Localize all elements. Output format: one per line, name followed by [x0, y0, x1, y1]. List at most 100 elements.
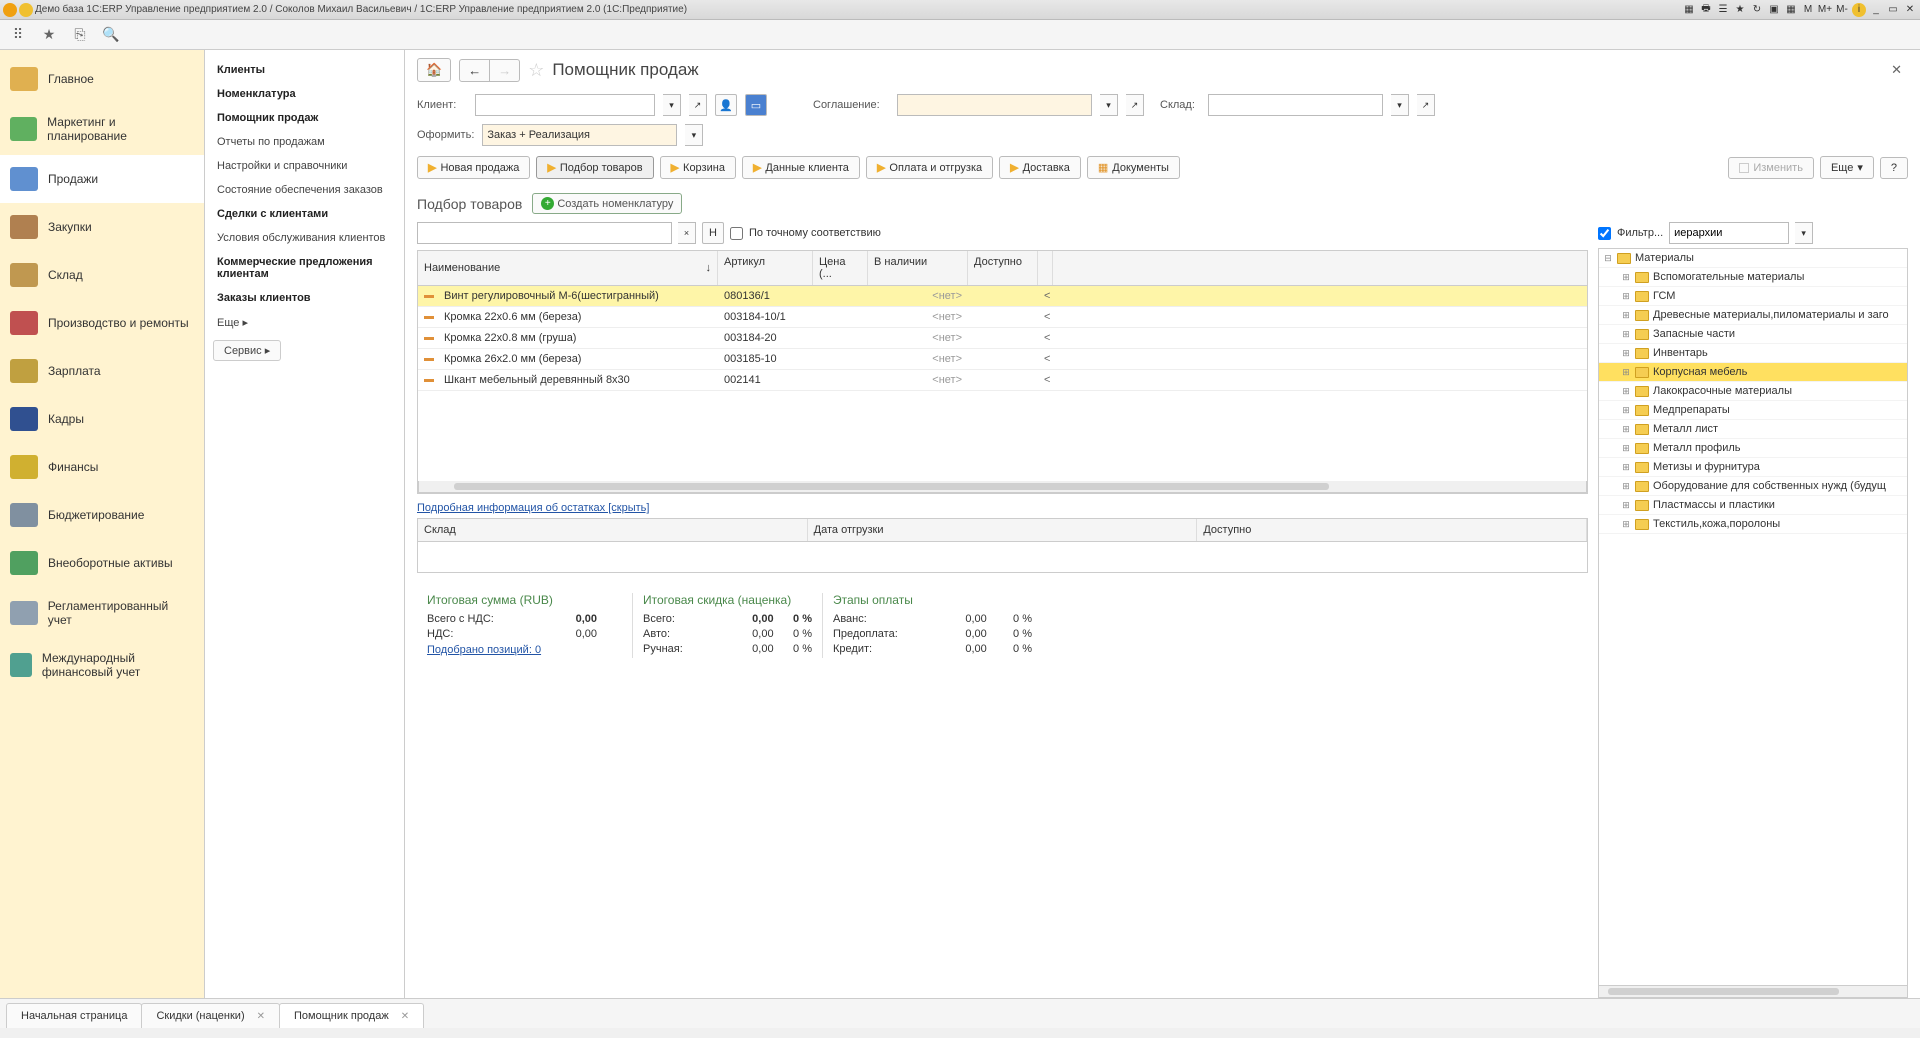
client-open[interactable]: ↗	[689, 94, 707, 116]
tb-ico[interactable]: ★	[1733, 3, 1747, 17]
wizard-step[interactable]: ▶Новая продажа	[417, 156, 530, 179]
change-button[interactable]: Изменить	[1728, 157, 1814, 179]
service-button[interactable]: Сервис ▸	[213, 340, 281, 361]
table-row[interactable]: Кромка 22х0.6 мм (береза)003184-10/1<нет…	[418, 307, 1587, 328]
tree-toggle[interactable]: ⊞	[1621, 329, 1631, 340]
subsection-item[interactable]: Номенклатура	[213, 82, 396, 106]
tree-item[interactable]: ⊞Древесные материалы,пиломатериалы и заг…	[1599, 306, 1907, 325]
client-person-icon[interactable]: 👤	[715, 94, 737, 116]
tree-toggle[interactable]: ⊞	[1621, 500, 1631, 511]
tb-m[interactable]: M	[1801, 3, 1815, 17]
subsection-item[interactable]: Заказы клиентов	[213, 286, 396, 310]
warehouse-dropdown[interactable]: ▾	[1391, 94, 1409, 116]
forward-button[interactable]: →	[490, 59, 520, 82]
client-input[interactable]	[475, 94, 655, 116]
tree-toggle[interactable]: ⊞	[1621, 424, 1631, 435]
tree-toggle[interactable]: ⊟	[1603, 253, 1613, 264]
search-clear[interactable]: ×	[678, 222, 696, 244]
tree-toggle[interactable]: ⊞	[1621, 367, 1631, 378]
oformiť-dropdown[interactable]: ▾	[685, 124, 703, 146]
wizard-step[interactable]: ▦Документы	[1087, 156, 1180, 179]
tb-mminus[interactable]: M-	[1835, 3, 1849, 17]
tree-item[interactable]: ⊟Материалы	[1599, 249, 1907, 268]
section-item[interactable]: Финансы	[0, 443, 204, 491]
subsection-item[interactable]: Помощник продаж	[213, 106, 396, 130]
drop-icon[interactable]	[19, 3, 33, 17]
tb-mplus[interactable]: M+	[1818, 3, 1832, 17]
tree-item[interactable]: ⊞Текстиль,кожа,поролоны	[1599, 515, 1907, 534]
subsection-item[interactable]: Коммерческие предложения клиентам	[213, 250, 396, 286]
tree-toggle[interactable]: ⊞	[1621, 519, 1631, 530]
wizard-step[interactable]: ▶Корзина	[660, 156, 736, 179]
tree-item[interactable]: ⊞Металл лист	[1599, 420, 1907, 439]
tree-toggle[interactable]: ⊞	[1621, 462, 1631, 473]
tab[interactable]: Начальная страница	[6, 1003, 142, 1028]
tree-item[interactable]: ⊞Лакокрасочные материалы	[1599, 382, 1907, 401]
h-scrollbar[interactable]	[418, 481, 1587, 493]
wizard-step[interactable]: ▶Данные клиента	[742, 156, 860, 179]
table-row[interactable]: Винт регулировочный М-6(шестигранный)080…	[418, 286, 1587, 307]
table-row[interactable]: Шкант мебельный деревянный 8х30002141<не…	[418, 370, 1587, 391]
tree-item[interactable]: ⊞ГСМ	[1599, 287, 1907, 306]
tb-ico[interactable]: ▦	[1682, 3, 1696, 17]
section-item[interactable]: Зарплата	[0, 347, 204, 395]
col-date[interactable]: Дата отгрузки	[808, 519, 1198, 541]
search-input[interactable]	[417, 222, 672, 244]
help-button[interactable]: ?	[1880, 157, 1908, 179]
clipboard-icon[interactable]: ⎘	[72, 27, 88, 43]
n-button[interactable]: Н	[702, 222, 724, 244]
section-item[interactable]: Закупки	[0, 203, 204, 251]
col-name[interactable]: Наименование↓	[418, 251, 718, 285]
tree-toggle[interactable]: ⊞	[1621, 272, 1631, 283]
close-page-icon[interactable]: ✕	[1885, 60, 1908, 80]
tree-toggle[interactable]: ⊞	[1621, 386, 1631, 397]
tree-item[interactable]: ⊞Инвентарь	[1599, 344, 1907, 363]
section-item[interactable]: Склад	[0, 251, 204, 299]
agreement-open[interactable]: ↗	[1126, 94, 1144, 116]
client-card-icon[interactable]: ▭	[745, 94, 767, 116]
subsection-item[interactable]: Отчеты по продажам	[213, 130, 396, 154]
warehouse-input[interactable]	[1208, 94, 1383, 116]
tb-ico[interactable]: ▦	[1784, 3, 1798, 17]
tab[interactable]: Скидки (наценки)✕	[141, 1003, 280, 1028]
home-button[interactable]: 🏠	[417, 58, 451, 82]
section-item[interactable]: Внеоборотные активы	[0, 539, 204, 587]
search-icon[interactable]: 🔍	[103, 27, 119, 43]
warehouse-open[interactable]: ↗	[1417, 94, 1435, 116]
agreement-dropdown[interactable]: ▾	[1100, 94, 1118, 116]
tree-toggle[interactable]: ⊞	[1621, 443, 1631, 454]
section-item[interactable]: Маркетинг и планирование	[0, 103, 204, 155]
star-icon[interactable]: ★	[41, 27, 57, 43]
section-item[interactable]: Главное	[0, 55, 204, 103]
col-price[interactable]: Цена (...	[813, 251, 868, 285]
tree-item[interactable]: ⊞Метизы и фурнитура	[1599, 458, 1907, 477]
section-item[interactable]: Производство и ремонты	[0, 299, 204, 347]
wizard-step[interactable]: ▶Доставка	[999, 156, 1081, 179]
subsection-item[interactable]: Сделки с клиентами	[213, 202, 396, 226]
tab-close-icon[interactable]: ✕	[401, 1011, 409, 1022]
favorite-icon[interactable]: ☆	[528, 60, 544, 81]
tb-ico[interactable]: ▣	[1767, 3, 1781, 17]
tree-item[interactable]: ⊞Запасные части	[1599, 325, 1907, 344]
tree-item[interactable]: ⊞Вспомогательные материалы	[1599, 268, 1907, 287]
tree-toggle[interactable]: ⊞	[1621, 310, 1631, 321]
section-item[interactable]: Регламентированный учет	[0, 587, 204, 639]
wizard-step[interactable]: ▶Оплата и отгрузка	[866, 156, 993, 179]
subsection-item[interactable]: Настройки и справочники	[213, 154, 396, 178]
section-item[interactable]: Бюджетирование	[0, 491, 204, 539]
client-dropdown[interactable]: ▾	[663, 94, 681, 116]
col-wh[interactable]: Склад	[418, 519, 808, 541]
subsection-item[interactable]: Еще ▸	[213, 310, 396, 335]
tree-toggle[interactable]: ⊞	[1621, 481, 1631, 492]
exact-match-checkbox[interactable]	[730, 227, 743, 240]
grid-icon[interactable]: ⠿	[10, 27, 26, 43]
filter-dropdown[interactable]: ▾	[1795, 222, 1813, 244]
wizard-step[interactable]: ▶Подбор товаров	[536, 156, 653, 179]
subsection-item[interactable]: Условия обслуживания клиентов	[213, 226, 396, 250]
positions-link[interactable]: Подобрано позиций: 0	[427, 644, 622, 656]
back-button[interactable]: ←	[459, 59, 490, 82]
tree-item[interactable]: ⊞Корпусная мебель	[1599, 363, 1907, 382]
col-stock[interactable]: В наличии	[868, 251, 968, 285]
create-nomenclature-button[interactable]: +Создать номенклатуру	[532, 193, 682, 214]
tree-item[interactable]: ⊞Пластмассы и пластики	[1599, 496, 1907, 515]
